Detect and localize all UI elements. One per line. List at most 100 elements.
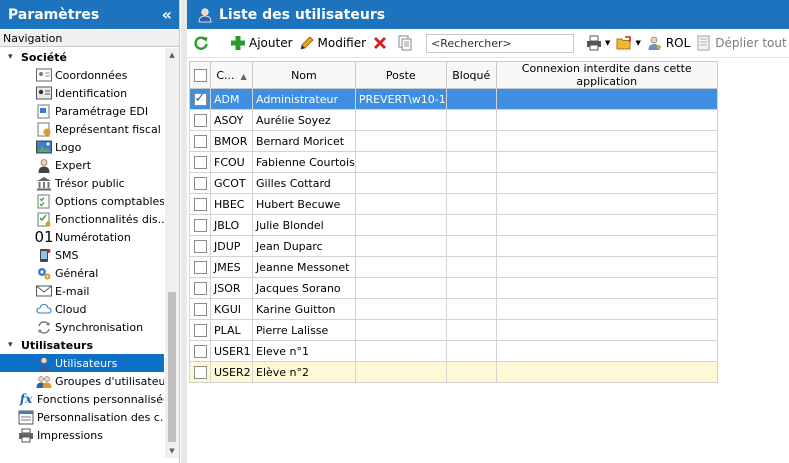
cell-connexion[interactable] bbox=[495, 193, 718, 215]
row-checkbox[interactable] bbox=[193, 197, 207, 211]
row-checkbox-cell[interactable] bbox=[189, 130, 211, 152]
row-checkbox-cell[interactable] bbox=[189, 361, 211, 383]
tree-item-e-mail[interactable]: E-mail bbox=[0, 282, 164, 300]
column-header-connexion[interactable]: Connexion interdite dans cette applicati… bbox=[495, 61, 718, 89]
cell-connexion[interactable] bbox=[495, 235, 718, 257]
row-checkbox[interactable] bbox=[193, 302, 207, 316]
tree-item-tresor-public[interactable]: Trésor public bbox=[0, 174, 164, 192]
select-all-header[interactable] bbox=[189, 61, 211, 89]
cell-nom[interactable]: Gilles Cottard bbox=[252, 172, 356, 194]
cell-poste[interactable] bbox=[354, 151, 447, 173]
cell-connexion[interactable] bbox=[495, 298, 718, 320]
cell-nom[interactable]: Pierre Lalisse bbox=[252, 319, 356, 341]
cell-bloque[interactable] bbox=[445, 298, 497, 320]
cell-code[interactable]: JSOR bbox=[210, 277, 253, 299]
row-checkbox[interactable] bbox=[193, 155, 207, 169]
tree-item-parametrage-edi[interactable]: Paramétrage EDI bbox=[0, 102, 164, 120]
select-all-checkbox[interactable] bbox=[193, 68, 207, 82]
cell-poste[interactable] bbox=[354, 361, 447, 383]
cell-connexion[interactable] bbox=[495, 214, 718, 236]
cell-code[interactable]: USER2 bbox=[210, 361, 253, 383]
tree-item-fonctions-personnalisees[interactable]: fx Fonctions personnalisées bbox=[0, 390, 164, 408]
table-row[interactable]: GCOT Gilles Cottard bbox=[189, 172, 718, 194]
cell-poste[interactable] bbox=[354, 172, 447, 194]
cell-code[interactable]: KGUI bbox=[210, 298, 253, 320]
column-header-nom[interactable]: Nom bbox=[252, 61, 356, 89]
collapse-caret-icon[interactable]: ▾ bbox=[8, 52, 18, 62]
cell-nom[interactable]: Administrateur bbox=[252, 88, 356, 110]
cell-bloque[interactable] bbox=[445, 172, 497, 194]
cell-connexion[interactable] bbox=[495, 319, 718, 341]
cell-bloque[interactable] bbox=[445, 340, 497, 362]
row-checkbox[interactable] bbox=[193, 281, 207, 295]
cell-poste[interactable] bbox=[354, 256, 447, 278]
cell-nom[interactable]: Julie Blondel bbox=[252, 214, 356, 236]
cell-poste[interactable] bbox=[354, 298, 447, 320]
cell-nom[interactable]: Jacques Sorano bbox=[252, 277, 356, 299]
cell-poste[interactable] bbox=[354, 277, 447, 299]
edit-button[interactable]: Modifier bbox=[299, 35, 366, 51]
tree-item-coordonnees[interactable]: Coordonnées bbox=[0, 66, 164, 84]
row-checkbox-cell[interactable] bbox=[189, 340, 211, 362]
rol-button[interactable]: ROL bbox=[647, 35, 690, 51]
cell-code[interactable]: ASOY bbox=[210, 109, 253, 131]
cell-bloque[interactable] bbox=[445, 319, 497, 341]
cell-code[interactable]: JDUP bbox=[210, 235, 253, 257]
refresh-button[interactable] bbox=[193, 35, 212, 51]
expand-all-button[interactable]: Déplier tout bbox=[696, 35, 787, 51]
tree-item-utilisateurs[interactable]: Utilisateurs bbox=[0, 354, 164, 372]
table-row[interactable]: HBEC Hubert Becuwe bbox=[189, 193, 718, 215]
tree-scrollbar[interactable]: ▲ ▼ bbox=[165, 48, 179, 458]
cell-bloque[interactable] bbox=[445, 214, 497, 236]
table-row[interactable]: FCOU Fabienne Courtois bbox=[189, 151, 718, 173]
row-checkbox-cell[interactable] bbox=[189, 193, 211, 215]
search-input[interactable] bbox=[426, 33, 575, 53]
cell-connexion[interactable] bbox=[495, 340, 718, 362]
export-dropdown-button[interactable]: ▼ bbox=[616, 35, 641, 51]
cell-poste[interactable] bbox=[354, 340, 447, 362]
cell-bloque[interactable] bbox=[445, 193, 497, 215]
cell-poste[interactable] bbox=[354, 319, 447, 341]
row-checkbox[interactable] bbox=[193, 344, 207, 358]
cell-nom[interactable]: Jeanne Messonet bbox=[252, 256, 356, 278]
table-row[interactable]: ASOY Aurélie Soyez bbox=[189, 109, 718, 131]
cell-bloque[interactable] bbox=[445, 361, 497, 383]
cell-code[interactable]: PLAL bbox=[210, 319, 253, 341]
row-checkbox[interactable] bbox=[193, 260, 207, 274]
cell-code[interactable]: FCOU bbox=[210, 151, 253, 173]
tree-item-representant-fiscal[interactable]: Représentant fiscal bbox=[0, 120, 164, 138]
row-checkbox[interactable] bbox=[193, 113, 207, 127]
row-checkbox[interactable] bbox=[193, 91, 207, 106]
cell-code[interactable]: JMES bbox=[210, 256, 253, 278]
column-header-poste[interactable]: Poste bbox=[354, 61, 447, 89]
collapse-panel-icon[interactable]: « bbox=[162, 5, 172, 24]
row-checkbox-cell[interactable] bbox=[189, 109, 211, 131]
row-checkbox[interactable] bbox=[193, 323, 207, 337]
cell-bloque[interactable] bbox=[445, 235, 497, 257]
cell-bloque[interactable] bbox=[445, 88, 497, 110]
column-header-bloque[interactable]: Bloqué bbox=[445, 61, 497, 89]
row-checkbox-cell[interactable] bbox=[189, 151, 211, 173]
table-row[interactable]: BMOR Bernard Moricet bbox=[189, 130, 718, 152]
cell-connexion[interactable] bbox=[495, 151, 718, 173]
scrollbar-thumb[interactable] bbox=[168, 292, 176, 442]
table-row[interactable]: JBLO Julie Blondel bbox=[189, 214, 718, 236]
row-checkbox-cell[interactable] bbox=[189, 319, 211, 341]
collapse-caret-icon[interactable]: ▾ bbox=[8, 340, 18, 350]
cell-connexion[interactable] bbox=[495, 361, 718, 383]
cell-code[interactable]: JBLO bbox=[210, 214, 253, 236]
cell-poste[interactable] bbox=[354, 235, 447, 257]
table-row[interactable]: PLAL Pierre Lalisse bbox=[189, 319, 718, 341]
tree-section-utilisateurs[interactable]: ▾ Utilisateurs bbox=[0, 336, 164, 354]
print-dropdown-button[interactable]: ▼ bbox=[586, 35, 610, 51]
tree-item-options-comptables[interactable]: Options comptables bbox=[0, 192, 164, 210]
cell-nom[interactable]: Aurélie Soyez bbox=[252, 109, 356, 131]
cell-connexion[interactable] bbox=[495, 256, 718, 278]
add-button[interactable]: Ajouter bbox=[230, 35, 293, 51]
cell-bloque[interactable] bbox=[445, 151, 497, 173]
tree-item-impressions[interactable]: Impressions bbox=[0, 426, 164, 444]
row-checkbox-cell[interactable] bbox=[189, 172, 211, 194]
table-row[interactable]: JSOR Jacques Sorano bbox=[189, 277, 718, 299]
tree-item-logo[interactable]: Logo bbox=[0, 138, 164, 156]
tree-item-personnalisation-des-c[interactable]: Personnalisation des c... bbox=[0, 408, 164, 426]
